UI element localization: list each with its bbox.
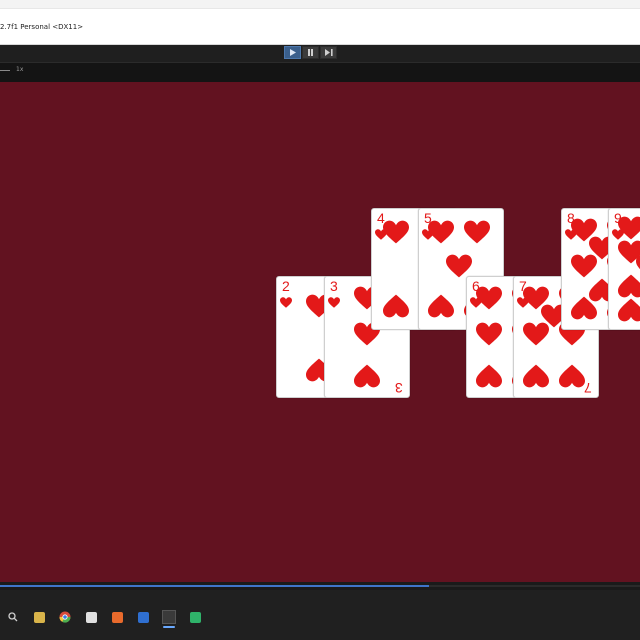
heart-pip-icon — [571, 290, 597, 320]
search-icon[interactable] — [0, 606, 26, 628]
pause-icon — [308, 49, 313, 56]
small-heart-icon — [328, 294, 340, 313]
editor-title-bar: 2.7f1 Personal <DX11> — [0, 0, 640, 45]
heart-pip-icon — [618, 292, 640, 322]
app-blue-icon[interactable] — [130, 606, 156, 628]
heart-pip-icon — [523, 358, 549, 388]
media-icon[interactable] — [104, 606, 130, 628]
card-rank: 2 — [282, 278, 290, 294]
heart-pip-icon — [354, 358, 380, 388]
scale-label[interactable]: 1x — [16, 66, 23, 73]
game-view[interactable]: 2233445566778899 — [0, 82, 640, 582]
tab-indicator — [0, 70, 10, 71]
app-green-icon[interactable] — [182, 606, 208, 628]
game-view-header: 1x — [0, 62, 640, 83]
chrome-icon[interactable] — [52, 606, 78, 628]
play-button[interactable] — [284, 46, 301, 59]
card-rank: 3 — [330, 278, 338, 294]
play-icon — [290, 49, 296, 56]
heart-pip-icon — [383, 288, 409, 318]
heart-pip-icon — [428, 288, 454, 318]
title-bar-strip — [0, 0, 640, 9]
heart-pip-icon — [476, 358, 502, 388]
step-icon — [324, 49, 333, 56]
app-icon[interactable] — [78, 606, 104, 628]
heart-pip-icon — [464, 220, 490, 250]
file-explorer-icon[interactable] — [26, 606, 52, 628]
heart-pip-icon — [476, 286, 502, 316]
card-rank-bottom: 7 — [584, 380, 592, 396]
heart-pip-icon — [476, 322, 502, 352]
card-9-of-hearts[interactable]: 99 — [608, 208, 640, 330]
step-button[interactable] — [320, 46, 337, 59]
heart-pip-icon — [559, 358, 585, 388]
heart-pip-icon — [428, 220, 454, 250]
play-controls — [284, 46, 337, 59]
progress-bar — [0, 582, 640, 590]
card-rank-bottom: 3 — [395, 380, 403, 396]
taskbar — [0, 590, 640, 640]
small-heart-icon — [280, 294, 292, 313]
heart-pip-icon — [523, 322, 549, 352]
window-title: 2.7f1 Personal <DX11> — [0, 23, 84, 31]
heart-pip-icon — [383, 220, 409, 250]
progress-fill — [0, 585, 429, 587]
taskbar-items — [0, 606, 208, 628]
pause-button[interactable] — [302, 46, 319, 59]
editor-toolbar — [0, 45, 640, 62]
unity-icon[interactable] — [156, 606, 182, 628]
